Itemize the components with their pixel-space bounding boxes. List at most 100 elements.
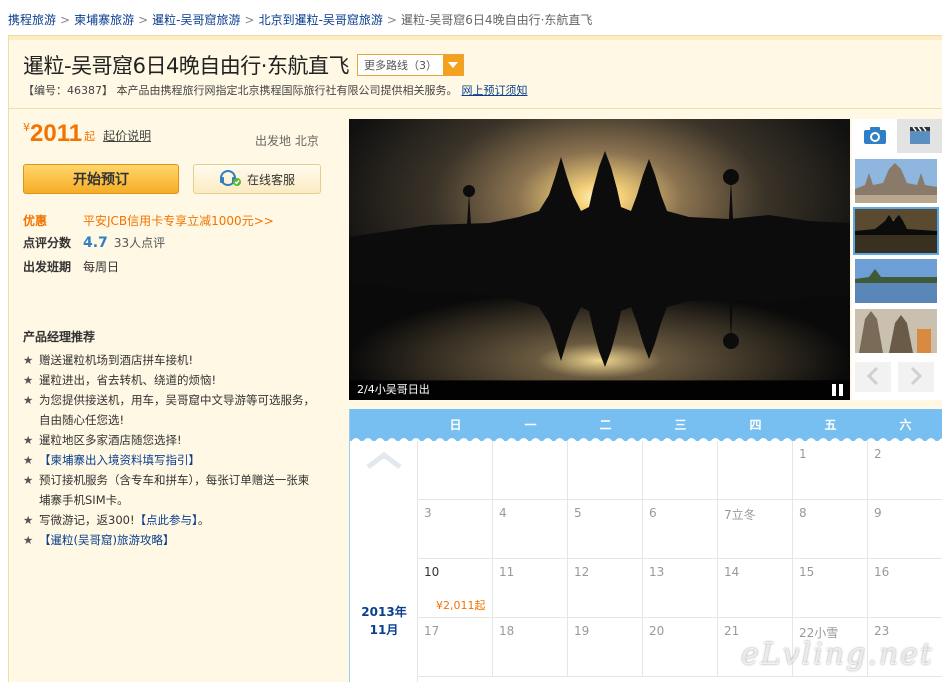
price-note-link[interactable]: 起价说明 <box>103 127 151 144</box>
weekday-sat: 六 <box>899 418 912 432</box>
more-routes-dropdown[interactable]: 更多路线（3） <box>356 54 464 76</box>
calendar-day-cell[interactable]: 17 <box>418 618 493 677</box>
schedule-row: 出发班期 每周日 <box>23 258 119 275</box>
calendar-day-number: 9 <box>874 506 882 520</box>
participate-link[interactable]: 【点此参与】 <box>135 513 198 527</box>
calendar-day-cell[interactable]: 9 <box>868 500 942 559</box>
calendar-day-cell[interactable]: 1 <box>793 441 868 500</box>
calendar-month: 11月 <box>369 623 399 637</box>
calendar-prev-month-button[interactable] <box>366 451 402 472</box>
breadcrumb-separator: > <box>244 13 255 27</box>
calendar-day-cell[interactable]: 3 <box>418 500 493 559</box>
calendar-day-cell[interactable]: 13 <box>643 559 718 618</box>
weekday-wed: 三 <box>674 418 687 432</box>
calendar-day-cell[interactable]: 19 <box>568 618 643 677</box>
chevron-up-icon <box>366 451 402 472</box>
calendar-year: 2013年 <box>361 605 407 619</box>
calendar-day-cell <box>643 441 718 500</box>
recommend-item-continued: 自由随心任您选! <box>23 410 323 430</box>
chevron-right-icon <box>910 366 923 389</box>
calendar-day-number: 21 <box>724 624 740 638</box>
calendar-day-number: 23 <box>874 624 890 638</box>
thumbnail-lake-reflection[interactable] <box>855 259 937 303</box>
start-booking-button[interactable]: 开始预订 <box>23 164 179 194</box>
breadcrumb-separator: > <box>60 13 71 27</box>
chevron-left-icon <box>866 366 879 389</box>
calendar-month-column: 2013年 11月 <box>350 441 418 682</box>
thumbnail-angkor-sunrise[interactable] <box>853 207 939 255</box>
calendar-day-cell[interactable]: 5 <box>568 500 643 559</box>
calendar-day-cell[interactable]: 15 <box>793 559 868 618</box>
thumbnail-angkor-temple[interactable] <box>855 159 937 203</box>
calendar-day-cell[interactable]: 14 <box>718 559 793 618</box>
calendar-day-cell[interactable]: 4 <box>493 500 568 559</box>
tab-photos[interactable] <box>852 119 897 153</box>
calendar-day-cell[interactable]: 16 <box>868 559 942 618</box>
recommend-item-text: 预订接机服务（含专车和拼车），每张订单赠送一张柬 <box>39 473 310 487</box>
recommend-item: ★ 写微游记，返300!【点此参与】。 <box>23 510 323 530</box>
recommend-item: ★ 【暹粒(吴哥窟)旅游攻略】 <box>23 530 323 550</box>
travel-guide-link[interactable]: 【暹粒(吴哥窟)旅游攻略】 <box>39 533 174 547</box>
calendar-day-cell <box>493 441 568 500</box>
calendar-day-number: 10 <box>424 565 440 579</box>
calendar-day-cell[interactable]: 7立冬 <box>718 500 793 559</box>
recommend-item-text: 赠送暹粒机场到酒店拼车接机! <box>39 353 194 367</box>
review-count-link[interactable]: 33人点评 <box>114 236 165 250</box>
calendar-day-cell[interactable]: 18 <box>493 618 568 677</box>
calendar-day-cell[interactable]: 6 <box>643 500 718 559</box>
breadcrumb-separator: > <box>138 13 149 27</box>
star-icon: ★ <box>23 373 34 387</box>
calendar-day-number: 15 <box>799 565 815 579</box>
breadcrumb-link-siem-reap[interactable]: 暹粒-吴哥窟旅游 <box>152 13 240 27</box>
calendar-day-number: 20 <box>649 624 665 638</box>
calendar-day-number: 12 <box>574 565 590 579</box>
calendar-day-cell[interactable]: 10 ¥2,011起 <box>418 559 493 618</box>
calendar-day-number: 19 <box>574 624 590 638</box>
chevron-down-icon <box>442 55 463 75</box>
page-title: 暹粒-吴哥窟6日4晚自由行·东航直飞 <box>23 54 349 78</box>
calendar-day-number: 4 <box>499 506 507 520</box>
star-icon: ★ <box>23 473 34 487</box>
online-service-button[interactable]: 在线客服 <box>193 164 321 194</box>
calendar-day-cell[interactable]: 12 <box>568 559 643 618</box>
tab-videos[interactable] <box>897 119 942 153</box>
weekday-mon: 一 <box>524 418 537 432</box>
recommend-item: ★ 暹粒地区多家酒店随您选择! <box>23 430 323 450</box>
weekday-tue: 二 <box>599 418 612 432</box>
promo-link[interactable]: 平安JCB信用卡专享立减1000元>> <box>83 214 274 228</box>
price-row: ¥ 2011 起 起价说明 <box>23 120 151 148</box>
calendar-year-month: 2013年 11月 <box>350 603 418 639</box>
pause-icon[interactable] <box>832 384 844 396</box>
rating-value: 4.7 <box>83 235 108 251</box>
calendar-day-number: 5 <box>574 506 582 520</box>
recommend-item: ★ 为您提供接送机，用车，吴哥窟中文导游等可选服务， <box>23 390 323 410</box>
entry-exit-guide-link[interactable]: 【柬埔寨出入境资料填写指引】 <box>39 453 200 467</box>
calendar-day-cell[interactable]: 20 <box>643 618 718 677</box>
thumbnail-temple-towers[interactable] <box>855 309 937 353</box>
thumbnail-next-button[interactable] <box>898 362 934 392</box>
recommend-title: 产品经理推荐 <box>23 330 96 344</box>
recommend-item: ★ 暹粒进出，省去转机、绕道的烦恼! <box>23 370 323 390</box>
thumbnail-prev-button[interactable] <box>855 362 891 392</box>
calendar-day-number: 17 <box>424 624 440 638</box>
breadcrumb-link-cambodia[interactable]: 柬埔寨旅游 <box>74 13 134 27</box>
breadcrumb-current: 暹粒-吴哥窟6日4晚自由行·东航直飞 <box>400 13 593 27</box>
product-code-line: 【编号：46387】 本产品由携程旅行网指定北京携程国际旅行社有限公司提供相关服… <box>23 82 528 98</box>
departure-city: 出发地 北京 <box>255 134 319 148</box>
calendar-day-number: 8 <box>799 506 807 520</box>
calendar-day-cell[interactable]: 2 <box>868 441 942 500</box>
calendar-day-number: 16 <box>874 565 890 579</box>
calendar-day-cell[interactable]: 8 <box>793 500 868 559</box>
booking-notice-link[interactable]: 网上预订须知 <box>462 84 528 97</box>
main-photo[interactable]: 2/4小吴哥日出 <box>349 119 850 400</box>
price-amount: 2011 <box>30 120 83 147</box>
breadcrumb-link-ctrip-travel[interactable]: 携程旅游 <box>8 13 56 27</box>
photo-caption: 2/4小吴哥日出 <box>349 380 850 400</box>
weekday-fri: 五 <box>824 418 837 432</box>
calendar-day-number: 14 <box>724 565 740 579</box>
calendar-day-cell <box>718 441 793 500</box>
calendar-day-number: 1 <box>799 447 807 461</box>
calendar-day-cell[interactable]: 11 <box>493 559 568 618</box>
breadcrumb-link-beijing-to-siem-reap[interactable]: 北京到暹粒-吴哥窟旅游 <box>259 13 383 27</box>
rating-row: 点评分数 4.7 33人点评 <box>23 234 165 251</box>
